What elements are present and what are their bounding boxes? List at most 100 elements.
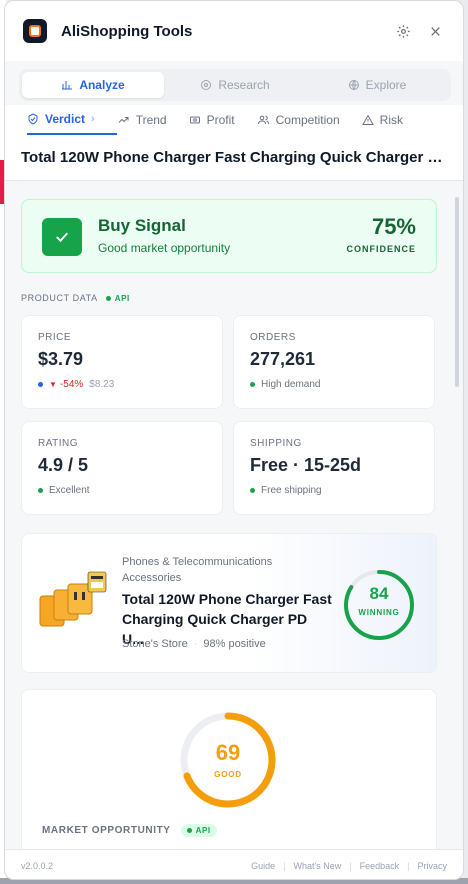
price-card: PRICE $3.79 ▼ -54% $8.23: [21, 315, 223, 409]
scrollbar-thumb[interactable]: [455, 197, 459, 387]
tab-competition-label: Competition: [275, 113, 340, 127]
tab-risk[interactable]: Risk: [361, 105, 425, 135]
price-discount-row: ▼ -54% $8.23: [38, 379, 206, 390]
price-value: $3.79: [38, 349, 84, 369]
close-icon[interactable]: [425, 21, 445, 41]
orders-note: High demand: [261, 379, 321, 390]
rating-label: RATING: [38, 438, 79, 449]
price-label: PRICE: [38, 332, 72, 343]
winning-score-ring: [344, 570, 414, 640]
tab-profit[interactable]: Profit: [189, 105, 257, 135]
market-title: MARKET OPPORTUNITY: [42, 825, 171, 836]
api-badge: API: [180, 824, 217, 837]
warning-icon: [361, 114, 374, 125]
mode-explore[interactable]: Explore: [306, 72, 448, 98]
mode-analyze-label: Analyze: [79, 78, 125, 92]
cash-icon: [189, 116, 200, 124]
product-data-label: PRODUCT DATA: [21, 293, 98, 303]
globe-icon: [348, 80, 359, 90]
mode-explore-label: Explore: [365, 78, 407, 92]
api-badge-label: API: [114, 293, 130, 303]
price-dot-icon: [38, 382, 43, 387]
checkmark-icon: [42, 218, 82, 256]
store-name[interactable]: Stone's Store: [122, 638, 188, 650]
status-dot-icon: [186, 828, 192, 833]
confidence-label: CONFIDENCE: [346, 244, 416, 254]
shipping-note-row: Free shipping: [250, 485, 418, 496]
trend-up-icon: [118, 117, 129, 123]
chevron-right-icon: ›: [91, 113, 95, 125]
rating-value: 4.9 / 5: [38, 455, 89, 475]
shipping-label: SHIPPING: [250, 438, 302, 449]
tab-competition[interactable]: Competition: [257, 105, 362, 135]
rating-note-row: Excellent: [38, 485, 206, 496]
shipping-note: Free shipping: [261, 485, 322, 496]
tab-risk-label: Risk: [379, 113, 403, 127]
buy-signal-banner: Buy Signal Good market opportunity 75% C…: [21, 199, 437, 273]
store-separator: ·: [193, 638, 198, 650]
winning-label: WINNING: [358, 608, 400, 617]
shipping-value: Free · 15-25d: [250, 455, 362, 475]
footer-separator: |: [349, 860, 352, 871]
shield-check-icon: [28, 113, 38, 125]
price-discount: ▼ -54%: [49, 379, 83, 390]
mode-research[interactable]: Research: [164, 72, 306, 98]
bar-chart-icon: [62, 81, 73, 90]
status-dot-icon: [250, 382, 255, 387]
footer-separator: |: [407, 860, 410, 871]
price-original: $8.23: [89, 379, 115, 390]
shipping-card: SHIPPING Free · 15-25d Free shipping: [233, 421, 435, 515]
product-summary-card[interactable]: Phones & Telecommunications Accessories …: [21, 533, 437, 673]
app-logo-icon: [23, 19, 47, 43]
winning-score: 84: [369, 584, 389, 603]
version-label: v2.0.0.2: [21, 860, 54, 871]
product-image: [39, 571, 107, 627]
mode-research-label: Research: [218, 78, 270, 92]
status-dot-icon: [38, 488, 43, 493]
panel-footer: v2.0.0.2 Guide | What's New | Feedback |…: [5, 849, 463, 879]
api-badge: API: [105, 293, 130, 303]
confidence-value: 75%: [371, 214, 416, 239]
footer-link-whats-new[interactable]: What's New: [294, 861, 342, 871]
app-title: AliShopping Tools: [61, 22, 193, 40]
footer-links: Guide | What's New | Feedback | Privacy: [251, 861, 447, 871]
status-dot-icon: [105, 295, 111, 301]
product-title: Total 120W Phone Charger Fast Charging Q…: [5, 135, 463, 181]
api-badge-label: API: [195, 826, 211, 835]
settings-gear-icon[interactable]: [393, 21, 413, 41]
market-score: 69: [215, 740, 241, 765]
product-category: Phones & Telecommunications Accessories: [122, 556, 273, 584]
tab-verdict-label: Verdict: [45, 112, 86, 126]
rating-card: RATING 4.9 / 5 Excellent: [21, 421, 223, 515]
footer-link-feedback[interactable]: Feedback: [360, 861, 400, 871]
rating-note: Excellent: [49, 485, 90, 496]
store-positive: 98% positive: [203, 638, 266, 650]
analysis-tabs: Verdict › Trend Profit Competition Risk: [5, 105, 463, 135]
mode-switcher: Analyze Research Explore: [19, 69, 451, 101]
orders-value: 277,261: [250, 349, 316, 369]
market-score-label: GOOD: [214, 770, 242, 779]
mode-analyze[interactable]: Analyze: [22, 72, 164, 98]
arrow-down-icon: ▼: [49, 380, 57, 389]
orders-note-row: High demand: [250, 379, 418, 390]
tab-trend-label: Trend: [135, 113, 167, 127]
content-scroll-area[interactable]: Buy Signal Good market opportunity 75% C…: [5, 181, 463, 849]
tab-trend[interactable]: Trend: [117, 105, 189, 135]
signal-subtitle: Good market opportunity: [98, 241, 231, 255]
footer-separator: |: [283, 860, 286, 871]
footer-link-guide[interactable]: Guide: [251, 861, 275, 871]
price-discount-value: -54%: [59, 379, 84, 390]
target-icon: [201, 80, 212, 90]
market-opportunity-card: 69 GOOD MARKET OPPORTUNITY API: [21, 689, 437, 849]
market-opportunity-heading: MARKET OPPORTUNITY API: [42, 824, 217, 837]
store-row: Stone's Store · 98% positive: [122, 638, 266, 650]
tab-profit-label: Profit: [206, 113, 235, 127]
footer-link-privacy[interactable]: Privacy: [417, 861, 447, 871]
users-icon: [257, 115, 269, 125]
orders-label: ORDERS: [250, 332, 296, 343]
panel-header: AliShopping Tools: [5, 1, 463, 61]
orders-card: ORDERS 277,261 High demand: [233, 315, 435, 409]
status-dot-icon: [250, 488, 255, 493]
extension-panel: AliShopping Tools Analyze Research Explo…: [4, 0, 464, 880]
tab-verdict[interactable]: Verdict ›: [27, 105, 117, 135]
